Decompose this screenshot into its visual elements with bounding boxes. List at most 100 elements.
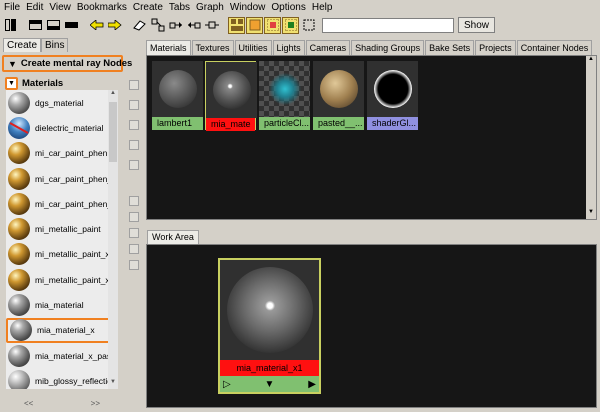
left-tabs: Create Bins xyxy=(3,38,69,52)
list-item[interactable]: mi_car_paint_phen_ xyxy=(6,191,118,216)
expand-arrow-icon[interactable]: ▼ xyxy=(5,77,18,90)
side-button[interactable] xyxy=(129,100,139,110)
attribute-view-icon[interactable] xyxy=(282,16,299,34)
swatch-view-icon[interactable] xyxy=(264,16,281,34)
top-side-buttons xyxy=(129,80,141,200)
graph-output-icon[interactable] xyxy=(185,17,202,34)
show-button[interactable]: Show xyxy=(458,17,496,33)
side-button[interactable] xyxy=(129,260,139,270)
menu-tabs[interactable]: Tabs xyxy=(169,2,190,13)
side-button[interactable] xyxy=(129,160,139,170)
tab-utilities[interactable]: Utilities xyxy=(234,40,272,55)
side-button[interactable] xyxy=(129,120,139,130)
materials-header[interactable]: ▼ Materials xyxy=(5,76,117,91)
list-item[interactable]: mi_metallic_paint_x xyxy=(6,242,118,267)
layout-toggle-icon[interactable] xyxy=(2,17,19,34)
scroll-down-icon[interactable]: ▼ xyxy=(108,379,118,389)
mia-material-swatch-icon xyxy=(8,294,30,317)
graph-input-output-icon[interactable] xyxy=(149,17,166,34)
mia-swatch-icon xyxy=(206,62,257,118)
list-item-label: mia_material_x xyxy=(37,325,95,336)
material-thumbnail-selected[interactable]: mia_mate xyxy=(205,61,257,131)
eraser-icon[interactable] xyxy=(131,17,148,34)
menu-bookmarks[interactable]: Bookmarks xyxy=(77,2,127,13)
menu-create[interactable]: Create xyxy=(133,2,163,13)
side-button[interactable] xyxy=(129,212,139,222)
list-item-label: mi_car_paint_phen_ xyxy=(35,173,113,184)
layout-single-icon[interactable] xyxy=(63,17,80,34)
list-item[interactable]: dielectric_material xyxy=(6,115,118,140)
menu-window[interactable]: Window xyxy=(230,2,266,13)
menu-options[interactable]: Options xyxy=(271,2,305,13)
tab-lights[interactable]: Lights xyxy=(272,40,305,55)
tab-cameras[interactable]: Cameras xyxy=(305,40,351,55)
expand-node-icon[interactable]: ▼ xyxy=(265,379,275,390)
mia-material-swatch-icon xyxy=(8,344,30,367)
tab-container-nodes[interactable]: Container Nodes xyxy=(516,40,593,55)
list-item[interactable]: mia_material_x_pass xyxy=(6,343,118,368)
output-port-icon[interactable]: ▶ xyxy=(308,379,316,390)
list-item[interactable]: mi_car_paint_phen xyxy=(6,141,118,166)
grid-view-icon[interactable] xyxy=(228,16,245,34)
layout-bottom-icon[interactable] xyxy=(45,17,62,34)
material-thumbnail[interactable]: shaderGl... xyxy=(367,61,418,130)
list-item-label: dgs_material xyxy=(35,97,84,108)
menu-graph[interactable]: Graph xyxy=(196,2,224,13)
top-view-scrollbar[interactable]: ▲ ▼ xyxy=(586,56,596,219)
list-item-label: mi_car_paint_phen xyxy=(35,148,108,159)
side-button[interactable] xyxy=(129,140,139,150)
tab-textures[interactable]: Textures xyxy=(191,40,234,55)
tab-bake-sets[interactable]: Bake Sets xyxy=(425,40,475,55)
menu-file[interactable]: File xyxy=(4,2,20,13)
tab-create[interactable]: Create xyxy=(3,38,42,52)
list-item-label: mi_metallic_paint xyxy=(35,224,101,235)
node-view-icon[interactable] xyxy=(246,16,263,34)
tab-shading-groups[interactable]: Shading Groups xyxy=(351,40,425,55)
menu-view[interactable]: View xyxy=(49,2,71,13)
scroll-right-button[interactable]: >> xyxy=(91,399,100,409)
list-item[interactable]: dgs_material xyxy=(6,90,118,115)
list-item[interactable]: mi_car_paint_phen_ xyxy=(6,166,118,191)
create-node-header[interactable]: ▼ Create mental ray Nodes xyxy=(2,55,132,72)
menu-edit[interactable]: Edit xyxy=(26,2,43,13)
material-list: dgs_material dielectric_material mi_car_… xyxy=(6,90,118,389)
side-button[interactable] xyxy=(129,228,139,238)
list-item[interactable]: mi_metallic_paint_x xyxy=(6,267,118,292)
side-button[interactable] xyxy=(129,244,139,254)
materials-view: lambert1 mia_mate particleCl... pasted__… xyxy=(146,55,597,220)
scroll-down-icon[interactable]: ▼ xyxy=(586,209,596,219)
scroll-up-icon[interactable]: ▲ xyxy=(586,56,596,66)
scroll-thumb[interactable] xyxy=(109,102,117,162)
node-swatch-icon xyxy=(220,260,319,360)
tab-work-area[interactable]: Work Area xyxy=(147,230,199,244)
clear-view-icon[interactable] xyxy=(300,17,317,34)
graph-io-icon[interactable] xyxy=(203,17,220,34)
scroll-up-icon[interactable]: ▲ xyxy=(108,90,118,100)
menu-help[interactable]: Help xyxy=(312,2,333,13)
list-item[interactable]: mia_material xyxy=(6,292,118,317)
material-thumbnail[interactable]: lambert1 xyxy=(152,61,203,130)
input-port-icon[interactable]: ▷ xyxy=(223,379,231,390)
list-item-selected[interactable]: mia_material_x xyxy=(6,317,118,343)
tab-materials[interactable]: Materials xyxy=(146,40,191,55)
material-thumbnail[interactable]: pasted__... xyxy=(313,61,364,130)
arrow-right-icon[interactable] xyxy=(106,17,123,34)
layout-top-icon[interactable] xyxy=(27,17,44,34)
side-button[interactable] xyxy=(129,80,139,90)
tab-bins[interactable]: Bins xyxy=(41,38,69,52)
arrow-left-icon[interactable] xyxy=(88,17,105,34)
list-item[interactable]: mib_glossy_reflectio xyxy=(6,368,118,389)
graph-input-icon[interactable] xyxy=(167,17,184,34)
shader-node[interactable]: mia_material_x1 ▷ ▼ ▶ xyxy=(218,258,321,394)
thumbnail-label: shaderGl... xyxy=(367,117,418,130)
side-button[interactable] xyxy=(129,196,139,206)
work-area xyxy=(146,244,597,408)
search-input[interactable] xyxy=(322,17,454,33)
list-scrollbar[interactable]: ▲ ▼ xyxy=(108,90,118,389)
tab-projects[interactable]: Projects xyxy=(475,40,516,55)
scroll-left-button[interactable]: << xyxy=(24,399,33,409)
list-item[interactable]: mi_metallic_paint xyxy=(6,216,118,241)
dielectric-swatch-icon xyxy=(8,116,30,139)
material-thumbnail[interactable]: particleCl... xyxy=(259,61,310,130)
car-paint-swatch-icon xyxy=(8,167,30,190)
